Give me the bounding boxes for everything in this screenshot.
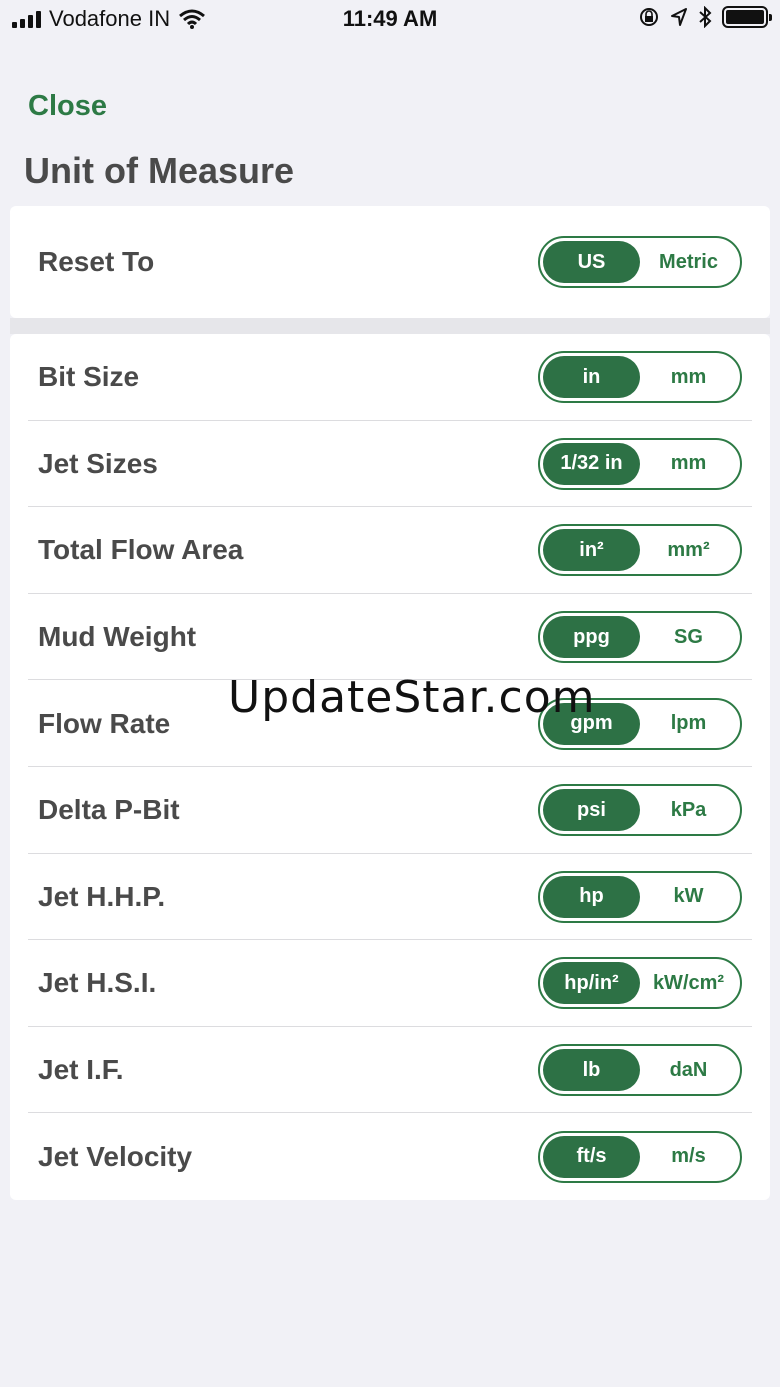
unit-option-us[interactable]: in [543,356,640,399]
unit-option-us[interactable]: hp/in² [543,962,640,1005]
rotation-lock-icon [640,8,658,26]
battery-icon [722,6,772,28]
unit-label: Mud Weight [38,621,197,653]
unit-segmented-control[interactable]: lb daN [538,1044,742,1097]
unit-option-us[interactable]: gpm [543,702,640,745]
unit-segmented-control[interactable]: in mm [538,351,742,404]
unit-option-metric[interactable]: kPa [640,789,737,831]
unit-option-metric[interactable]: m/s [640,1136,737,1178]
unit-label: Jet Velocity [38,1140,193,1172]
unit-row-flow-rate: Flow Rate gpm lpm [10,680,770,767]
reset-row: Reset To US Metric [10,206,770,318]
unit-option-metric[interactable]: mm² [640,529,737,571]
unit-row-mud-weight: Mud Weight ppg SG [10,594,770,681]
unit-option-metric[interactable]: mm [640,443,737,485]
unit-segmented-control[interactable]: psi kPa [538,784,742,837]
bluetooth-icon [699,6,712,28]
section-divider [10,318,770,334]
status-bar: Vodafone IN 11:49 AM [0,0,780,40]
reset-segmented-control[interactable]: US Metric [538,236,742,288]
unit-row-jet-sizes: Jet Sizes 1/32 in mm [10,421,770,508]
unit-label: Jet H.H.P. [38,880,166,912]
unit-label: Flow Rate [38,707,171,739]
unit-option-metric[interactable]: kW [640,876,737,918]
unit-row-delta-p-bit: Delta P-Bit psi kPa [10,767,770,854]
unit-option-us[interactable]: ft/s [543,1135,640,1178]
unit-row-jet-if: Jet I.F. lb daN [10,1027,770,1114]
unit-segmented-control[interactable]: hp/in² kW/cm² [538,957,742,1010]
unit-option-us[interactable]: 1/32 in [543,442,640,485]
reset-card: Reset To US Metric [10,206,770,318]
unit-segmented-control[interactable]: ppg SG [538,611,742,664]
unit-segmented-control[interactable]: gpm lpm [538,697,742,750]
unit-option-metric[interactable]: mm [640,356,737,398]
reset-label: Reset To [38,246,155,277]
reset-option-us[interactable]: US [543,241,640,283]
unit-segmented-control[interactable]: 1/32 in mm [538,437,742,490]
unit-segmented-control[interactable]: ft/s m/s [538,1130,742,1183]
unit-segmented-control[interactable]: in² mm² [538,524,742,577]
unit-option-us[interactable]: ppg [543,616,640,659]
reset-option-metric[interactable]: Metric [640,241,737,283]
unit-row-jet-velocity: Jet Velocity ft/s m/s [10,1113,770,1200]
unit-option-us[interactable]: hp [543,875,640,918]
unit-row-bit-size: Bit Size in mm [10,334,770,421]
unit-label: Total Flow Area [38,534,244,566]
location-icon [671,8,687,26]
unit-option-metric[interactable]: lpm [640,703,737,745]
unit-option-us[interactable]: lb [543,1049,640,1092]
unit-label: Jet I.F. [38,1054,124,1086]
unit-row-total-flow-area: Total Flow Area in² mm² [10,507,770,594]
unit-row-jet-hhp: Jet H.H.P. hp kW [10,854,770,941]
page-title: Unit of Measure [24,150,295,191]
units-card: Bit Size in mm Jet Sizes 1/32 in mm Tota… [10,334,770,1200]
unit-option-us[interactable]: in² [543,529,640,572]
unit-row-jet-hsi: Jet H.S.I. hp/in² kW/cm² [10,940,770,1027]
unit-option-metric[interactable]: daN [640,1049,737,1091]
unit-option-metric[interactable]: SG [640,616,737,658]
unit-label: Jet Sizes [38,447,158,479]
unit-label: Jet H.S.I. [38,967,157,999]
unit-option-metric[interactable]: kW/cm² [640,962,737,1004]
unit-segmented-control[interactable]: hp kW [538,870,742,923]
unit-label: Bit Size [38,361,140,393]
close-button[interactable]: Close [28,90,107,123]
unit-option-us[interactable]: psi [543,789,640,832]
unit-label: Delta P-Bit [38,794,180,826]
